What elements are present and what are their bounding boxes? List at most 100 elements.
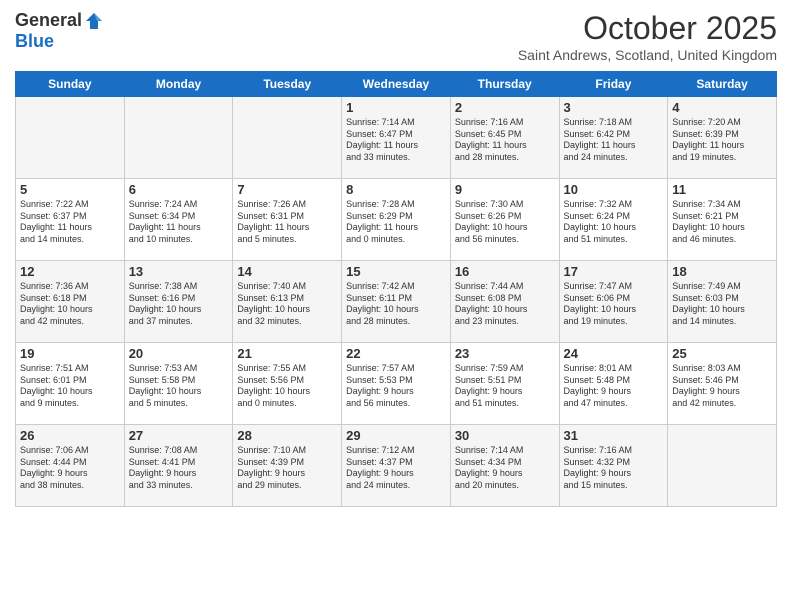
day-content: Sunrise: 7:36 AM Sunset: 6:18 PM Dayligh… [20, 281, 120, 328]
day-content: Sunrise: 7:22 AM Sunset: 6:37 PM Dayligh… [20, 199, 120, 246]
day-content: Sunrise: 7:16 AM Sunset: 6:45 PM Dayligh… [455, 117, 555, 164]
calendar-week-3: 12 Sunrise: 7:36 AM Sunset: 6:18 PM Dayli… [16, 261, 777, 343]
day-content: Sunrise: 8:03 AM Sunset: 5:46 PM Dayligh… [672, 363, 772, 410]
calendar-cell: 13Sunrise: 7:38 AM Sunset: 6:16 PM Dayli… [124, 261, 233, 343]
day-content: Sunrise: 7:57 AM Sunset: 5:53 PM Dayligh… [346, 363, 446, 410]
calendar-cell: 17 Sunrise: 7:47 AM Sunset: 6:06 PM Dayli… [559, 261, 668, 343]
day-content: Sunrise: 7:47 AM Sunset: 6:06 PM Dayligh… [564, 281, 664, 328]
calendar-cell: 7 Sunrise: 7:26 AM Sunset: 6:31 PM Daylig… [233, 179, 342, 261]
day-content: Sunrise: 7:30 AM Sunset: 6:26 PM Dayligh… [455, 199, 555, 246]
calendar-cell: 18 Sunrise: 7:49 AM Sunset: 6:03 PM Dayli… [668, 261, 777, 343]
calendar-cell: 8Sunrise: 7:28 AM Sunset: 6:29 PM Daylig… [342, 179, 451, 261]
day-header-saturday: Saturday [668, 72, 777, 97]
day-content: Sunrise: 7:26 AM Sunset: 6:31 PM Dayligh… [237, 199, 337, 246]
day-number: 3 [564, 100, 664, 115]
day-number: 16 [455, 264, 555, 279]
day-content: Sunrise: 7:10 AM Sunset: 4:39 PM Dayligh… [237, 445, 337, 492]
title-block: October 2025 Saint Andrews, Scotland, Un… [518, 10, 777, 63]
day-content: Sunrise: 7:12 AM Sunset: 4:37 PM Dayligh… [346, 445, 446, 492]
day-content: Sunrise: 7:24 AM Sunset: 6:34 PM Dayligh… [129, 199, 229, 246]
header: General Blue October 2025 Saint Andrews,… [15, 10, 777, 63]
calendar-cell: 29 Sunrise: 7:12 AM Sunset: 4:37 PM Dayli… [342, 425, 451, 507]
day-number: 7 [237, 182, 337, 197]
calendar-cell: 2 Sunrise: 7:16 AM Sunset: 6:45 PM Daylig… [450, 97, 559, 179]
month-title: October 2025 [518, 10, 777, 47]
calendar-header-row: SundayMondayTuesdayWednesdayThursdayFrid… [16, 72, 777, 97]
day-number: 2 [455, 100, 555, 115]
day-number: 29 [346, 428, 446, 443]
day-number: 10 [564, 182, 664, 197]
calendar-cell: 23Sunrise: 7:59 AM Sunset: 5:51 PM Dayli… [450, 343, 559, 425]
day-number: 19 [20, 346, 120, 361]
calendar-cell: 20 Sunrise: 7:53 AM Sunset: 5:58 PM Dayli… [124, 343, 233, 425]
day-number: 9 [455, 182, 555, 197]
day-header-wednesday: Wednesday [342, 72, 451, 97]
calendar-cell: 5 Sunrise: 7:22 AM Sunset: 6:37 PM Daylig… [16, 179, 125, 261]
calendar-week-2: 5 Sunrise: 7:22 AM Sunset: 6:37 PM Daylig… [16, 179, 777, 261]
calendar-cell: 12 Sunrise: 7:36 AM Sunset: 6:18 PM Dayli… [16, 261, 125, 343]
day-number: 11 [672, 182, 772, 197]
day-number: 17 [564, 264, 664, 279]
calendar-week-4: 19Sunrise: 7:51 AM Sunset: 6:01 PM Dayli… [16, 343, 777, 425]
calendar-week-5: 26Sunrise: 7:06 AM Sunset: 4:44 PM Dayli… [16, 425, 777, 507]
calendar-table: SundayMondayTuesdayWednesdayThursdayFrid… [15, 71, 777, 507]
day-number: 22 [346, 346, 446, 361]
day-header-tuesday: Tuesday [233, 72, 342, 97]
day-header-sunday: Sunday [16, 72, 125, 97]
calendar-cell [124, 97, 233, 179]
calendar-cell: 15 Sunrise: 7:42 AM Sunset: 6:11 PM Dayli… [342, 261, 451, 343]
calendar-cell: 25 Sunrise: 8:03 AM Sunset: 5:46 PM Dayli… [668, 343, 777, 425]
day-number: 12 [20, 264, 120, 279]
day-content: Sunrise: 7:40 AM Sunset: 6:13 PM Dayligh… [237, 281, 337, 328]
day-number: 13 [129, 264, 229, 279]
calendar-cell [233, 97, 342, 179]
calendar-cell: 27Sunrise: 7:08 AM Sunset: 4:41 PM Dayli… [124, 425, 233, 507]
calendar-cell [16, 97, 125, 179]
calendar-cell: 24Sunrise: 8:01 AM Sunset: 5:48 PM Dayli… [559, 343, 668, 425]
calendar-cell: 4 Sunrise: 7:20 AM Sunset: 6:39 PM Daylig… [668, 97, 777, 179]
calendar-cell: 1Sunrise: 7:14 AM Sunset: 6:47 PM Daylig… [342, 97, 451, 179]
day-number: 23 [455, 346, 555, 361]
calendar-cell: 22 Sunrise: 7:57 AM Sunset: 5:53 PM Dayli… [342, 343, 451, 425]
day-number: 30 [455, 428, 555, 443]
calendar-cell: 31 Sunrise: 7:16 AM Sunset: 4:32 PM Dayli… [559, 425, 668, 507]
day-content: Sunrise: 7:55 AM Sunset: 5:56 PM Dayligh… [237, 363, 337, 410]
calendar-cell: 10 Sunrise: 7:32 AM Sunset: 6:24 PM Dayli… [559, 179, 668, 261]
logo: General Blue [15, 10, 104, 52]
day-header-thursday: Thursday [450, 72, 559, 97]
calendar-cell: 26Sunrise: 7:06 AM Sunset: 4:44 PM Dayli… [16, 425, 125, 507]
day-number: 5 [20, 182, 120, 197]
calendar-cell: 28 Sunrise: 7:10 AM Sunset: 4:39 PM Dayli… [233, 425, 342, 507]
calendar-cell: 9 Sunrise: 7:30 AM Sunset: 6:26 PM Daylig… [450, 179, 559, 261]
day-number: 21 [237, 346, 337, 361]
logo-general-text: General [15, 10, 82, 31]
day-content: Sunrise: 7:06 AM Sunset: 4:44 PM Dayligh… [20, 445, 120, 492]
day-content: Sunrise: 7:44 AM Sunset: 6:08 PM Dayligh… [455, 281, 555, 328]
calendar-cell: 30 Sunrise: 7:14 AM Sunset: 4:34 PM Dayli… [450, 425, 559, 507]
calendar-cell: 19Sunrise: 7:51 AM Sunset: 6:01 PM Dayli… [16, 343, 125, 425]
day-number: 18 [672, 264, 772, 279]
day-content: Sunrise: 7:16 AM Sunset: 4:32 PM Dayligh… [564, 445, 664, 492]
day-content: Sunrise: 7:14 AM Sunset: 4:34 PM Dayligh… [455, 445, 555, 492]
day-content: Sunrise: 7:32 AM Sunset: 6:24 PM Dayligh… [564, 199, 664, 246]
day-content: Sunrise: 7:20 AM Sunset: 6:39 PM Dayligh… [672, 117, 772, 164]
day-number: 14 [237, 264, 337, 279]
day-content: Sunrise: 7:14 AM Sunset: 6:47 PM Dayligh… [346, 117, 446, 164]
day-number: 4 [672, 100, 772, 115]
location-subtitle: Saint Andrews, Scotland, United Kingdom [518, 47, 777, 63]
day-number: 31 [564, 428, 664, 443]
day-content: Sunrise: 7:28 AM Sunset: 6:29 PM Dayligh… [346, 199, 446, 246]
day-number: 15 [346, 264, 446, 279]
day-number: 28 [237, 428, 337, 443]
day-content: Sunrise: 7:53 AM Sunset: 5:58 PM Dayligh… [129, 363, 229, 410]
calendar-cell [668, 425, 777, 507]
day-number: 20 [129, 346, 229, 361]
day-number: 6 [129, 182, 229, 197]
day-number: 27 [129, 428, 229, 443]
day-content: Sunrise: 7:34 AM Sunset: 6:21 PM Dayligh… [672, 199, 772, 246]
day-header-friday: Friday [559, 72, 668, 97]
day-content: Sunrise: 7:42 AM Sunset: 6:11 PM Dayligh… [346, 281, 446, 328]
day-content: Sunrise: 7:49 AM Sunset: 6:03 PM Dayligh… [672, 281, 772, 328]
day-number: 25 [672, 346, 772, 361]
day-content: Sunrise: 7:18 AM Sunset: 6:42 PM Dayligh… [564, 117, 664, 164]
